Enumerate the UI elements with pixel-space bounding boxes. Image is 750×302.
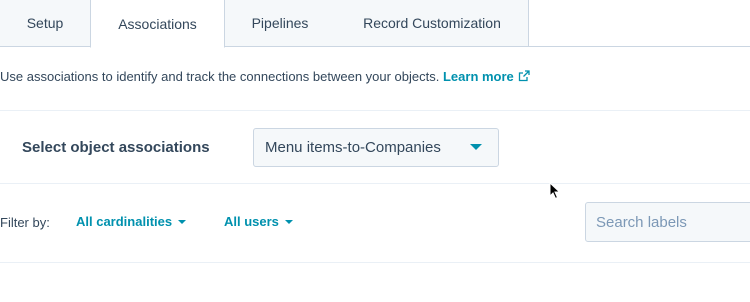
tab-pipelines[interactable]: Pipelines [224, 0, 337, 47]
learn-more-label: Learn more [442, 69, 514, 84]
intro-text-row: Use associations to identify and track t… [0, 69, 530, 84]
tab-associations-label: Associations [118, 15, 197, 32]
tab-setup[interactable]: Setup [0, 0, 91, 47]
mouse-pointer-icon [549, 182, 561, 200]
association-type-value: Menu items-to-Companies [265, 139, 441, 156]
tab-record-customization[interactable]: Record Customization [336, 0, 529, 47]
filter-by-label: Filter by: [0, 215, 50, 230]
users-filter-label: All users [224, 214, 279, 229]
caret-down-icon [284, 219, 293, 224]
select-associations-label: Select object associations [22, 139, 210, 156]
cardinality-filter-label: All cardinalities [76, 214, 173, 229]
users-filter[interactable]: All users [224, 214, 293, 229]
caret-down-icon [470, 144, 482, 150]
tab-pipelines-label: Pipelines [251, 15, 309, 31]
tab-setup-label: Setup [26, 15, 64, 31]
tab-bar: Setup Associations Pipelines Record Cust… [0, 0, 750, 48]
search-labels-input[interactable] [585, 202, 750, 242]
learn-more-link[interactable]: Learn more [443, 69, 530, 84]
association-type-dropdown[interactable]: Menu items-to-Companies [253, 128, 499, 167]
divider [0, 262, 750, 263]
external-link-icon [518, 70, 530, 82]
cardinality-filter[interactable]: All cardinalities [76, 214, 187, 229]
divider [0, 110, 750, 111]
intro-text: Use associations to identify and track t… [0, 69, 440, 84]
caret-down-icon [178, 219, 187, 224]
tab-record-customization-label: Record Customization [363, 15, 501, 31]
divider [0, 183, 750, 184]
tab-associations[interactable]: Associations [90, 0, 225, 48]
